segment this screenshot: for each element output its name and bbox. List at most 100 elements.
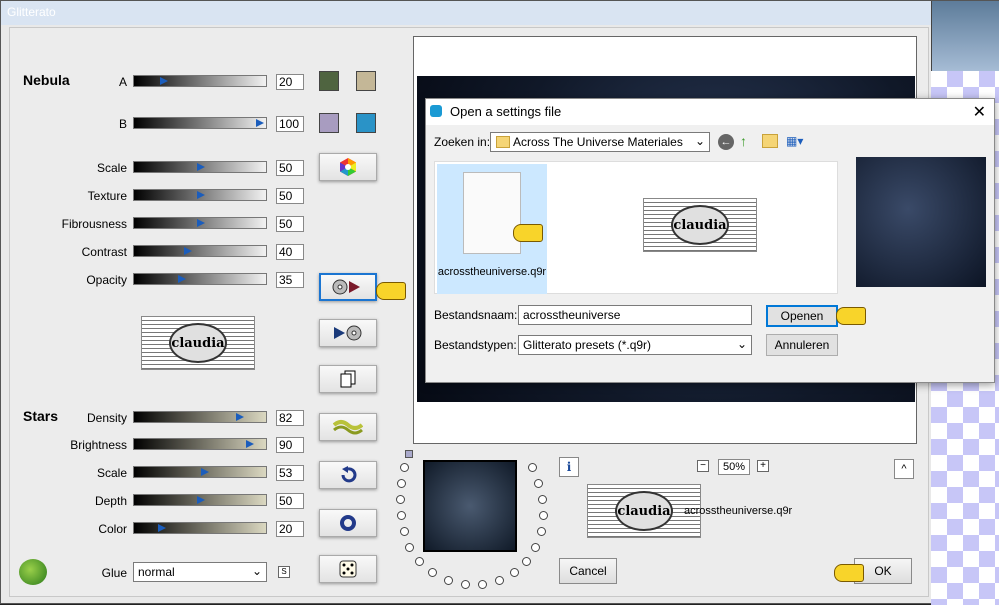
wave-button[interactable] bbox=[319, 413, 377, 441]
nebula-a-slider[interactable] bbox=[133, 75, 267, 87]
copy-icon bbox=[340, 370, 356, 388]
nebula-b-color1-swatch[interactable] bbox=[319, 113, 339, 133]
slider-thumb[interactable] bbox=[184, 247, 192, 255]
glue-label: Glue bbox=[101, 566, 127, 580]
back-icon[interactable]: ← bbox=[718, 134, 734, 150]
fibrousness-slider[interactable] bbox=[133, 217, 267, 229]
slider-thumb[interactable] bbox=[236, 413, 244, 421]
undo-icon bbox=[341, 466, 357, 483]
filename-label: Bestandsnaam: bbox=[434, 308, 518, 322]
stars-color-slider[interactable] bbox=[133, 522, 267, 534]
dot bbox=[528, 463, 537, 472]
scale-slider[interactable] bbox=[133, 161, 267, 173]
load-preset-button[interactable] bbox=[319, 273, 377, 301]
brightness-value[interactable]: 90 bbox=[276, 437, 304, 453]
opacity-value[interactable]: 35 bbox=[276, 272, 304, 288]
stars-scale-slider[interactable] bbox=[133, 466, 267, 478]
dialog-preview-image bbox=[856, 157, 986, 287]
minimap-corner-handle[interactable] bbox=[405, 450, 413, 458]
zoom-out-button[interactable]: − bbox=[697, 460, 709, 472]
zoom-in-button[interactable]: + bbox=[757, 460, 769, 472]
slider-thumb[interactable] bbox=[160, 77, 168, 85]
texture-value[interactable]: 50 bbox=[276, 188, 304, 204]
open-button[interactable]: Openen bbox=[766, 305, 838, 327]
glue-select[interactable]: normal ⌄ bbox=[133, 562, 267, 582]
scale-value[interactable]: 50 bbox=[276, 160, 304, 176]
dot bbox=[444, 576, 453, 585]
copy-button[interactable] bbox=[319, 365, 377, 393]
slider-thumb[interactable] bbox=[201, 468, 209, 476]
nebula-b-slider[interactable] bbox=[133, 117, 267, 129]
density-slider[interactable] bbox=[133, 411, 267, 423]
info-button[interactable]: i bbox=[559, 457, 579, 477]
filename-input[interactable]: acrosstheuniverse bbox=[518, 305, 752, 325]
nebula-a-label: A bbox=[118, 75, 127, 89]
cancel-button[interactable]: Cancel bbox=[559, 558, 617, 584]
nebula-a-value[interactable]: 20 bbox=[276, 74, 304, 90]
dot bbox=[396, 495, 405, 504]
glue-s-button[interactable]: S bbox=[278, 566, 290, 578]
contrast-value[interactable]: 40 bbox=[276, 244, 304, 260]
contrast-label: Contrast bbox=[81, 245, 127, 259]
save-preset-icon bbox=[334, 325, 362, 341]
brightness-slider[interactable] bbox=[133, 438, 267, 450]
dot bbox=[534, 479, 543, 488]
claudia-watermark-left: claudia bbox=[141, 316, 255, 370]
fibrousness-value[interactable]: 50 bbox=[276, 216, 304, 232]
glitterato-window: Glitterato Nebula A 20 B 100 Scale 50 Te… bbox=[0, 0, 999, 605]
slider-thumb[interactable] bbox=[246, 440, 254, 448]
nebula-a-color1-swatch[interactable] bbox=[319, 71, 339, 91]
density-label: Density bbox=[86, 411, 127, 425]
annuleren-button[interactable]: Annuleren bbox=[766, 334, 838, 356]
file-item-selected[interactable]: acrosstheuniverse.q9r bbox=[437, 164, 547, 294]
texture-slider[interactable] bbox=[133, 189, 267, 201]
slider-thumb[interactable] bbox=[158, 524, 166, 532]
nebula-a-color2-swatch[interactable] bbox=[356, 71, 376, 91]
filetype-select[interactable]: Glitterato presets (*.q9r) ⌄ bbox=[518, 335, 752, 355]
dot bbox=[531, 543, 540, 552]
wave-icon bbox=[333, 420, 363, 435]
collapse-button[interactable]: ^ bbox=[894, 459, 914, 479]
save-preset-button[interactable] bbox=[319, 319, 377, 347]
claudia-seal: claudia bbox=[169, 323, 227, 363]
slider-thumb[interactable] bbox=[197, 219, 205, 227]
up-folder-icon[interactable]: ↑ bbox=[740, 133, 756, 149]
pointer-hand-icon bbox=[513, 224, 543, 242]
density-value[interactable]: 82 bbox=[276, 410, 304, 426]
dot bbox=[538, 495, 547, 504]
color-wheel-button[interactable] bbox=[319, 153, 377, 181]
stars-scale-label: Scale bbox=[96, 466, 127, 480]
nebula-b-value[interactable]: 100 bbox=[276, 116, 304, 132]
random-button[interactable] bbox=[319, 555, 377, 583]
slider-thumb[interactable] bbox=[197, 496, 205, 504]
slider-thumb[interactable] bbox=[197, 191, 205, 199]
nebula-b-label: B bbox=[118, 117, 127, 131]
nebula-b-color2-swatch[interactable] bbox=[356, 113, 376, 133]
opacity-slider[interactable] bbox=[133, 273, 267, 285]
new-folder-icon[interactable] bbox=[762, 134, 778, 148]
undo-button[interactable] bbox=[319, 461, 377, 489]
zoom-level[interactable]: 50% bbox=[718, 459, 750, 475]
depth-slider[interactable] bbox=[133, 494, 267, 506]
navigator-thumbnail[interactable] bbox=[423, 460, 517, 552]
stars-color-value[interactable]: 20 bbox=[276, 521, 304, 537]
slider-thumb[interactable] bbox=[178, 275, 186, 283]
slider-thumb[interactable] bbox=[256, 119, 264, 127]
dot bbox=[539, 511, 548, 520]
view-menu-icon[interactable]: ▦▾ bbox=[786, 134, 808, 148]
dot bbox=[510, 568, 519, 577]
lookin-select[interactable]: Across The Universe Materiales ⌄ bbox=[490, 132, 710, 152]
dialog-title: Open a settings file bbox=[450, 104, 562, 119]
contrast-slider[interactable] bbox=[133, 245, 267, 257]
dice-icon bbox=[339, 560, 357, 578]
dot bbox=[405, 543, 414, 552]
slider-thumb[interactable] bbox=[197, 163, 205, 171]
close-icon[interactable]: ✕ bbox=[973, 102, 986, 122]
watermark-text: claudia bbox=[673, 217, 727, 233]
depth-value[interactable]: 50 bbox=[276, 493, 304, 509]
watermark-text: claudia bbox=[171, 335, 225, 351]
dot bbox=[397, 511, 406, 520]
stars-scale-value[interactable]: 53 bbox=[276, 465, 304, 481]
reset-button[interactable] bbox=[319, 509, 377, 537]
texture-label: Texture bbox=[87, 189, 127, 203]
